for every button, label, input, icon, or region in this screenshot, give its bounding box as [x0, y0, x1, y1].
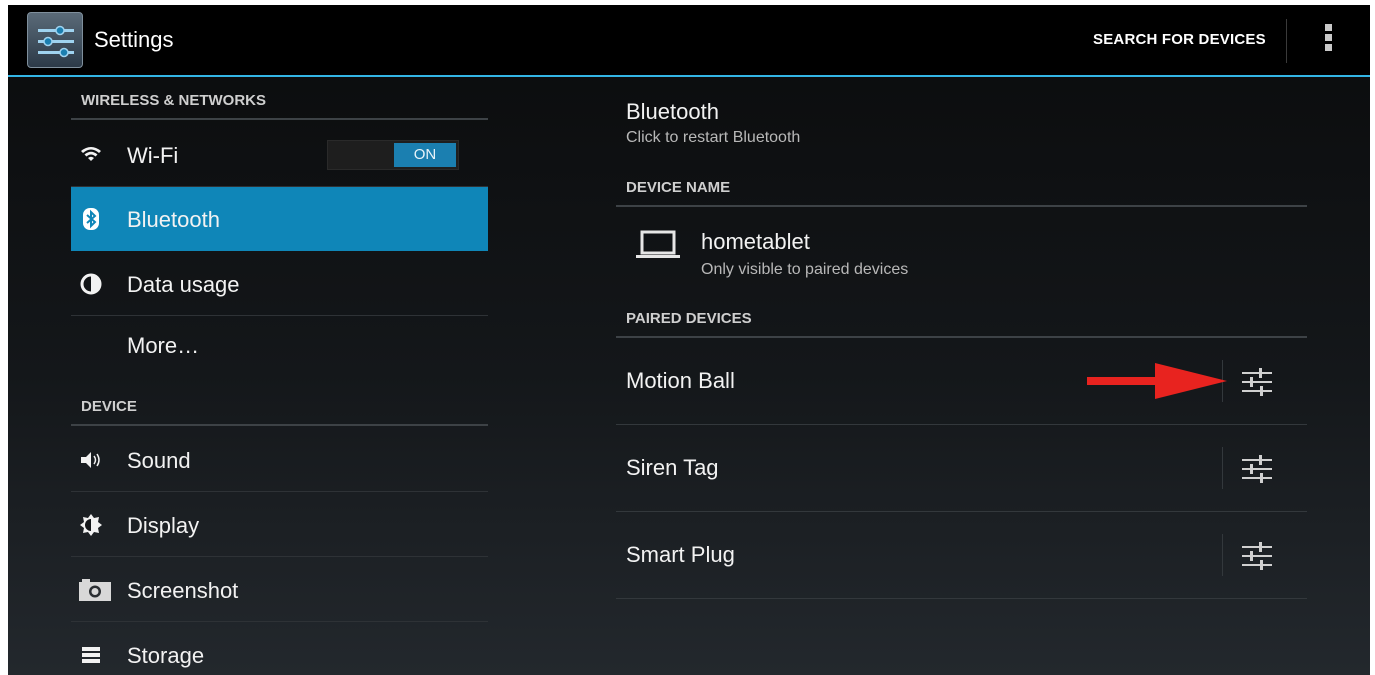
nav-label-more: More…	[127, 333, 200, 358]
overflow-menu-icon[interactable]	[1316, 24, 1340, 58]
device-name-header: DEVICE NAME	[626, 179, 731, 196]
row-divider	[1222, 447, 1223, 489]
app-title: Settings	[94, 27, 174, 52]
laptop-icon	[636, 230, 680, 258]
section-header-wireless: WIRELESS & NETWORKS	[81, 92, 267, 109]
row-divider	[1222, 534, 1223, 576]
sound-icon	[81, 452, 100, 468]
nav-item-wifi[interactable]: Wi-Fi ON	[71, 123, 488, 187]
red-arrow-icon	[1087, 363, 1227, 399]
nav-item-storage[interactable]: Storage	[71, 623, 488, 675]
device-settings-icon[interactable]	[1240, 540, 1274, 572]
bluetooth-restart-subtitle: Click to restart Bluetooth	[626, 129, 801, 146]
nav-item-sound[interactable]: Sound	[71, 428, 488, 492]
settings-screen: Settings SEARCH FOR DEVICES WIRELESS & N…	[8, 5, 1370, 675]
nav-label-bluetooth: Bluetooth	[127, 207, 220, 232]
paired-device-name: Siren Tag	[626, 455, 719, 480]
settings-sliders-icon[interactable]	[27, 12, 83, 68]
device-name[interactable]: hometablet	[701, 229, 810, 255]
nav-label-sound: Sound	[127, 448, 191, 473]
device-settings-icon[interactable]	[1240, 366, 1274, 398]
paired-device-name: Motion Ball	[626, 368, 735, 393]
device-settings-icon[interactable]	[1240, 453, 1274, 485]
data-usage-icon	[80, 273, 102, 295]
display-icon	[80, 514, 102, 536]
action-divider	[1286, 19, 1287, 63]
paired-device-name: Smart Plug	[626, 542, 735, 567]
search-for-devices-button[interactable]: SEARCH FOR DEVICES	[1093, 31, 1266, 48]
nav-item-bluetooth[interactable]: Bluetooth	[71, 187, 488, 251]
storage-icon	[82, 647, 100, 663]
wifi-icon	[81, 147, 101, 161]
bluetooth-icon	[83, 208, 99, 230]
section-header-device: DEVICE	[81, 398, 137, 415]
nav-label-storage: Storage	[127, 643, 205, 668]
action-bar: Settings SEARCH FOR DEVICES	[8, 5, 1370, 77]
nav-item-data-usage[interactable]: Data usage	[71, 252, 488, 316]
wifi-toggle[interactable]: ON	[327, 140, 459, 170]
bluetooth-restart-title[interactable]: Bluetooth	[626, 99, 719, 125]
nav-item-screenshot[interactable]: Screenshot	[71, 558, 488, 622]
section-rule	[71, 424, 488, 426]
camera-icon	[79, 579, 111, 601]
section-rule	[71, 118, 488, 120]
toggle-on-label: ON	[394, 143, 456, 167]
paired-device-row[interactable]: Siren Tag	[616, 425, 1307, 512]
nav-label-wifi: Wi-Fi	[127, 143, 179, 168]
nav-label-display: Display	[127, 513, 200, 538]
paired-devices-header: PAIRED DEVICES	[626, 310, 752, 327]
nav-label-data-usage: Data usage	[127, 272, 240, 297]
section-rule	[616, 205, 1307, 207]
device-visibility: Only visible to paired devices	[701, 261, 909, 278]
nav-label-screenshot: Screenshot	[127, 578, 239, 603]
nav-item-more[interactable]: More…	[71, 317, 488, 381]
nav-item-display[interactable]: Display	[71, 493, 488, 557]
paired-device-row[interactable]: Smart Plug	[616, 512, 1307, 599]
